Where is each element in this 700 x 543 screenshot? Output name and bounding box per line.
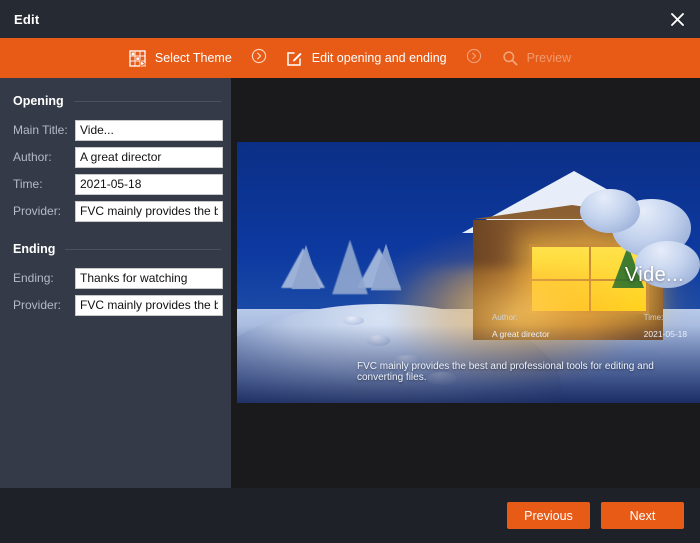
edit-dialog: Edit Select Theme Edit opening and endin… (0, 0, 700, 543)
video-preview[interactable]: Vide... Author: A great director Time: 2… (237, 142, 700, 403)
section-title-opening: Opening (13, 94, 64, 108)
label-ending: Ending: (13, 271, 54, 285)
field-author: Author: (0, 146, 231, 168)
scene-snow-mound (579, 188, 640, 234)
overlay-main-title: Vide... (624, 264, 684, 286)
overlay-time-label: Time: (643, 313, 664, 322)
step-toolbar: Select Theme Edit opening and ending Pre… (0, 38, 700, 78)
label-time: Time: (13, 177, 43, 191)
page-title: Edit (14, 11, 40, 27)
step-separator-1 (238, 48, 280, 69)
overlay-author-value: A great director (492, 329, 550, 339)
overlay-author-label: Author: (492, 313, 518, 322)
previous-button[interactable]: Previous (507, 502, 590, 529)
step-label-select-theme: Select Theme (154, 51, 232, 65)
field-provider-opening: Provider: (0, 200, 231, 222)
provider-opening-input[interactable] (75, 200, 223, 222)
scene-tree (332, 240, 368, 295)
step-select-theme[interactable]: Select Theme (123, 49, 238, 67)
divider (73, 100, 221, 102)
step-preview[interactable]: Preview (495, 49, 577, 67)
main-title-input[interactable] (75, 119, 223, 141)
section-header-ending: Ending (0, 240, 231, 258)
dialog-body: Opening Main Title: Author: Time: Provid… (0, 78, 700, 488)
overlay-time-value: 2021-05-18 (643, 329, 688, 339)
section-title-ending: Ending (13, 242, 56, 256)
section-header-opening: Opening (0, 92, 231, 110)
time-input[interactable] (75, 173, 223, 195)
next-button[interactable]: Next (601, 502, 684, 529)
step-label-edit-opening-ending: Edit opening and ending (311, 51, 447, 65)
field-ending: Ending: (0, 267, 231, 289)
step-edit-opening-ending[interactable]: Edit opening and ending (280, 49, 453, 67)
edit-square-icon (286, 49, 304, 67)
field-main-title: Main Title: (0, 119, 231, 141)
step-separator-2 (453, 48, 495, 69)
preview-stage: Vide... Author: A great director Time: 2… (231, 78, 700, 488)
author-input[interactable] (75, 146, 223, 168)
divider (65, 248, 221, 250)
close-icon (670, 12, 685, 27)
settings-sidebar: Opening Main Title: Author: Time: Provid… (0, 78, 231, 488)
theme-grid-icon (129, 49, 147, 67)
provider-ending-input[interactable] (75, 294, 223, 316)
ending-input[interactable] (75, 267, 223, 289)
scene-path-stone (343, 315, 365, 325)
label-main-title: Main Title: (13, 123, 68, 137)
overlay-provider-text: FVC mainly provides the best and profess… (357, 361, 654, 383)
overlay-author-column: Author: A great director (492, 313, 550, 339)
chevron-right-circle-icon (251, 48, 267, 69)
overlay-time-column: Time: 2021-05-18 (644, 313, 687, 339)
search-icon (501, 49, 519, 67)
overlay-meta: Author: A great director Time: 2021-05-1… (492, 313, 687, 339)
field-time: Time: (0, 173, 231, 195)
label-provider-ending: Provider: (13, 298, 62, 312)
field-provider-ending: Provider: (0, 294, 231, 316)
chevron-right-circle-icon (466, 48, 482, 69)
scene-tree (291, 245, 321, 290)
close-button[interactable] (654, 0, 700, 38)
title-bar: Edit (0, 0, 700, 38)
label-provider-opening: Provider: (13, 204, 62, 218)
label-author: Author: (13, 150, 52, 164)
step-label-preview: Preview (526, 51, 572, 65)
dialog-footer: Previous Next (0, 488, 700, 543)
